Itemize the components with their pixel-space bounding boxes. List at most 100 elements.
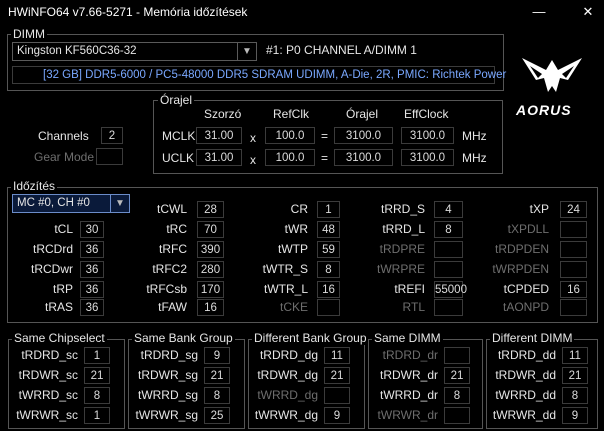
timing-label-cr: CR	[290, 202, 308, 216]
dimm-module-select[interactable]: Kingston KF560C36-32 ▼	[12, 42, 257, 61]
timing-value-trdrd_sg: 9	[204, 347, 230, 364]
timing-label-twrrd_sc: tWRRD_sc	[18, 388, 78, 402]
timing-value-twrpden	[560, 261, 587, 278]
timing-value-trdwr_dg: 21	[324, 367, 350, 384]
timing-value-rtl	[434, 299, 463, 316]
timing-label-twrrd_sg: tWRRD_sg	[137, 388, 198, 402]
chevron-down-icon: ▼	[237, 43, 256, 60]
uclk-unit: MHz	[462, 151, 487, 165]
clock-header-refclk: RefClk	[273, 107, 310, 121]
mclk-times: x	[250, 131, 256, 145]
timing-value-txp: 24	[560, 201, 587, 218]
timing-label-tcl: tCL	[54, 222, 73, 236]
timing-value-trc: 70	[197, 221, 224, 238]
timing-value-tcwl: 28	[197, 201, 224, 218]
timing-label-twrrd_dr: tWRRD_dr	[379, 388, 438, 402]
timing-label-trdrd_sc: tRDRD_sc	[21, 348, 78, 362]
mclk-label: MCLK	[162, 129, 196, 143]
timing-label-trdrd_dg: tRDRD_dg	[259, 348, 318, 362]
dimm-group-label: DIMM	[11, 27, 47, 41]
timing-value-twrwr_dr	[444, 407, 470, 424]
timing-value-trcdwr: 36	[80, 261, 104, 278]
timing-value-twrwr_dd: 9	[562, 407, 588, 424]
timing-value-trdwr_sg: 21	[204, 367, 230, 384]
timing-label-twrwr_sc: tWRWR_sc	[16, 408, 78, 422]
timing-label-trrd_s: tRRD_S	[380, 202, 425, 216]
timing-label-twrwr_sg: tWRWR_sg	[135, 408, 198, 422]
timing-label-trfcsb: tRFCsb	[146, 282, 187, 296]
timing-label-twrpre: tWRPRE	[377, 262, 425, 276]
timing-value-trdrd_dg: 11	[324, 347, 350, 364]
timing-value-txpdll	[560, 221, 587, 238]
timing-label-twrrd_dg: tWRRD_dg	[257, 388, 318, 402]
timing-group-title: Different DIMM	[490, 331, 575, 345]
timing-label-tcpded: tCPDED	[503, 282, 549, 296]
clock-header-effclock: EffClock	[404, 107, 449, 121]
timing-label-twrwr_dg: tWRWR_dg	[254, 408, 318, 422]
timing-label-tras: tRAS	[44, 300, 73, 314]
timing-label-rtl: RTL	[402, 300, 425, 314]
timing-label-trcdwr: tRCDwr	[31, 262, 73, 276]
timing-value-trfcsb: 170	[197, 281, 224, 298]
timing-label-trdrd_sg: tRDRD_sg	[140, 348, 198, 362]
channels-value: 2	[101, 127, 123, 144]
dimm-slot-label: #1: P0 CHANNEL A/DIMM 1	[266, 43, 417, 57]
timing-label-taonpd: tAONPD	[502, 300, 549, 314]
timing-label-trdwr_sg: tRDWR_sg	[137, 368, 198, 382]
timing-value-twtr_s: 8	[317, 261, 340, 278]
timing-value-trdrd_dr	[444, 347, 470, 364]
timing-value-twrwr_sg: 25	[204, 407, 230, 424]
uclk-clock: 3100.0	[334, 149, 393, 166]
timing-value-tcpded: 16	[560, 281, 587, 298]
timing-label-trc: tRC	[166, 222, 187, 236]
close-icon[interactable]: ✕	[580, 4, 596, 20]
mclk-effclock: 3100.0	[401, 127, 454, 144]
timing-label-trdrd_dd: tRDRD_dd	[497, 348, 556, 362]
timing-label-twr: tWR	[284, 222, 308, 236]
mclk-equals: =	[321, 129, 329, 143]
timing-value-trdpden	[560, 241, 587, 258]
timing-value-tras: 36	[80, 299, 104, 316]
minimize-icon[interactable]: —	[531, 4, 547, 20]
timing-value-trfc2: 280	[197, 261, 224, 278]
dimm-info: [32 GB] DDR5-6000 / PC5-48000 DDR5 SDRAM…	[12, 66, 506, 84]
timing-group-title: Same DIMM	[372, 331, 443, 345]
mclk-unit: MHz	[462, 129, 487, 143]
timing-label-trdwr_dg: tRDWR_dg	[257, 368, 318, 382]
clock-header-mult: Szorzó	[204, 107, 242, 121]
timing-label-tcwl: tCWL	[157, 202, 187, 216]
timing-value-trfc: 390	[197, 241, 224, 258]
timing-value-trefi: 55000	[434, 281, 467, 298]
timing-value-tfaw: 16	[197, 299, 224, 316]
aorus-logo-text: AORUS	[516, 102, 572, 118]
title-bar: HWiNFO64 v7.66-5271 - Memória időzítések…	[0, 0, 604, 24]
timing-value-trcdrd: 36	[80, 241, 104, 258]
mc-channel-select[interactable]: MC #0, CH #0 ▼	[12, 194, 130, 213]
timing-label-txpdll: tXPDLL	[507, 222, 549, 236]
timing-value-twrrd_sg: 8	[204, 387, 230, 404]
timing-label-tcke: tCKE	[279, 300, 308, 314]
timing-value-taonpd	[560, 299, 587, 316]
uclk-label: UCLK	[162, 151, 195, 165]
timing-value-twrrd_sc: 8	[84, 387, 110, 404]
dimm-module-value: Kingston KF560C36-32	[17, 45, 137, 57]
timing-label-trefi: tREFI	[394, 282, 425, 296]
timing-label-trdwr_sc: tRDWR_sc	[18, 368, 78, 382]
channels-label: Channels	[38, 129, 89, 143]
timing-value-trdrd_sc: 1	[84, 347, 110, 364]
uclk-equals: =	[321, 151, 329, 165]
mclk-clock: 3100.0	[334, 127, 393, 144]
mc-channel-value: MC #0, CH #0	[17, 197, 90, 209]
timing-value-twtp: 59	[317, 241, 340, 258]
timing-label-txp: tXP	[529, 202, 549, 216]
uclk-refclk: 100.0	[265, 149, 315, 166]
timing-value-twrwr_dg: 9	[324, 407, 350, 424]
uclk-effclock: 3100.0	[401, 149, 454, 166]
timing-label-twtp: tWTP	[278, 242, 308, 256]
timing-value-trdpre	[434, 241, 463, 258]
timing-label-trdwr_dr: tRDWR_dr	[379, 368, 438, 382]
timing-label-twrwr_dr: tWRWR_dr	[377, 408, 438, 422]
uclk-times: x	[250, 153, 256, 167]
timing-value-tcl: 30	[80, 221, 104, 238]
aorus-logo: AORUS	[512, 50, 592, 120]
